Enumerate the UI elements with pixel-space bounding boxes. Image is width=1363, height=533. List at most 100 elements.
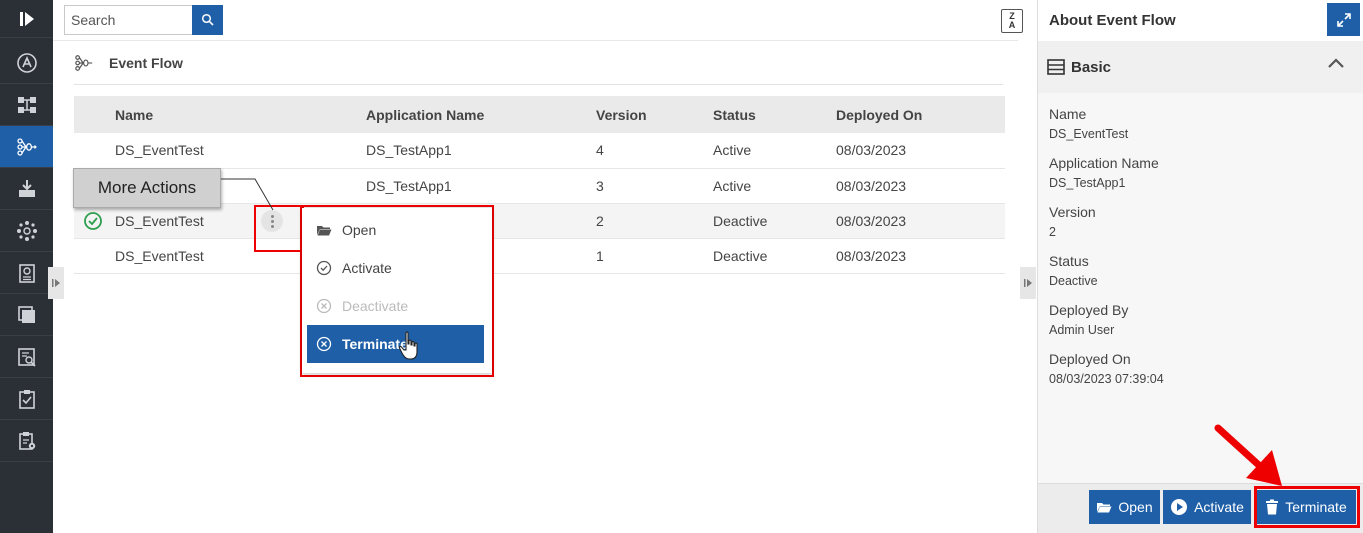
check-circle-icon[interactable] — [83, 211, 103, 231]
about-panel: About Event Flow Basic Name DS_EventTest… — [1037, 0, 1363, 533]
chevron-up-icon[interactable] — [1327, 57, 1345, 69]
field-value-application-name: DS_TestApp1 — [1049, 176, 1126, 190]
stack-icon — [17, 305, 35, 323]
cell-version: 2 — [596, 203, 713, 239]
deploy-icon — [18, 179, 35, 197]
cell-status: Active — [713, 133, 836, 169]
sort-button[interactable]: Z A — [1001, 9, 1023, 33]
left-nav — [0, 0, 53, 533]
nav-item-deploy[interactable] — [0, 168, 53, 210]
app-root: Z A Event Flow Name Application Name Ver… — [0, 0, 1363, 533]
field-value-version: 2 — [1049, 225, 1056, 239]
cell-deployed-on: 08/03/2023 — [836, 238, 1005, 274]
column-header-application-name[interactable]: Application Name — [366, 96, 596, 133]
cell-deployed-on: 08/03/2023 — [836, 168, 1005, 204]
search-button[interactable] — [192, 5, 223, 35]
annotation-highlight-box — [1254, 486, 1360, 528]
table-row[interactable]: DS_EventTest DS_TestApp1 1 Deactive 08/0… — [74, 238, 1005, 274]
section-basic-header[interactable]: Basic — [1038, 41, 1363, 93]
search-input[interactable] — [64, 5, 192, 35]
nav-item-checklist[interactable] — [0, 378, 53, 420]
column-header-status[interactable]: Status — [713, 96, 836, 133]
main-content: Z A Event Flow Name Application Name Ver… — [48, 0, 1036, 533]
field-label-version: Version — [1049, 204, 1096, 220]
more-actions-tooltip: More Actions — [73, 168, 221, 208]
nav-item-log-search[interactable] — [0, 336, 53, 378]
cell-version: 4 — [596, 133, 713, 169]
play-circle-icon — [1171, 499, 1188, 515]
row-select-cell[interactable] — [74, 133, 115, 169]
table-header-row: Name Application Name Version Status Dep… — [74, 96, 1005, 133]
panel-title: About Event Flow — [1049, 12, 1176, 29]
x-circle-icon — [316, 298, 332, 314]
cell-status: Deactive — [713, 203, 836, 239]
nav-item-stack[interactable] — [0, 294, 53, 336]
cell-status: Deactive — [713, 238, 836, 274]
search-bar — [64, 5, 223, 35]
folder-open-icon — [1097, 503, 1112, 513]
menu-item-activate[interactable]: Activate — [307, 249, 484, 287]
field-label-name: Name — [1049, 106, 1087, 122]
menu-item-label: Open — [342, 222, 377, 238]
right-collapse-tab[interactable] — [1020, 267, 1036, 299]
cell-application-name: DS_TestApp1 — [366, 168, 596, 204]
folder-open-icon — [317, 226, 332, 236]
field-value-status: Deactive — [1049, 274, 1098, 288]
nav-item-application[interactable] — [0, 42, 53, 84]
checklist-icon — [18, 389, 35, 409]
nav-item-event-flow[interactable] — [0, 126, 53, 168]
open-button[interactable]: Open — [1089, 490, 1160, 524]
log-search-icon — [17, 347, 36, 367]
x-circle-icon — [316, 336, 332, 352]
nav-item-settings-clipboard[interactable] — [0, 420, 53, 462]
tooltip-pointer-line — [221, 178, 274, 211]
activate-button-label: Activate — [1194, 499, 1244, 515]
cell-name: DS_EventTest — [115, 133, 366, 169]
cell-deployed-on: 08/03/2023 — [836, 203, 1005, 239]
field-value-deployed-by: Admin User — [1049, 323, 1115, 337]
row-select-cell[interactable] — [74, 238, 115, 274]
breadcrumb: Event Flow — [73, 52, 183, 74]
expand-icon — [1336, 12, 1351, 27]
kebab-dot-icon — [270, 214, 274, 218]
table-row[interactable]: DS_EventTest DS_TestApp1 4 Active 08/03/… — [74, 133, 1005, 169]
nav-collapse-button[interactable] — [0, 0, 53, 38]
column-header-version[interactable]: Version — [596, 96, 713, 133]
check-circle-icon — [316, 260, 332, 276]
table-row-selected[interactable]: DS_EventTest DS_TestApp1 2 Deactive 08/0… — [74, 203, 1005, 239]
annotation-arrow-icon — [1214, 424, 1282, 486]
field-label-status: Status — [1049, 253, 1089, 269]
nav-item-network[interactable] — [0, 210, 53, 252]
event-flow-icon — [75, 55, 93, 71]
kebab-dot-icon — [270, 224, 274, 228]
table-header-spacer — [74, 96, 115, 133]
panel-header: About Event Flow — [1038, 0, 1363, 41]
column-header-deployed-on[interactable]: Deployed On — [836, 96, 1005, 133]
menu-item-open[interactable]: Open — [307, 211, 484, 249]
activate-button[interactable]: Activate — [1163, 490, 1251, 524]
expand-button[interactable] — [1327, 3, 1360, 36]
field-label-deployed-by: Deployed By — [1049, 302, 1129, 318]
workflow-icon — [17, 96, 36, 113]
divider — [53, 40, 1018, 41]
collapse-play-icon — [19, 11, 34, 26]
nav-item-workflow[interactable] — [0, 84, 53, 126]
collapse-play-icon — [1024, 279, 1032, 287]
application-icon — [16, 52, 37, 73]
nav-item-report[interactable] — [0, 252, 53, 294]
divider — [74, 84, 1003, 85]
column-header-name[interactable]: Name — [115, 96, 366, 133]
more-actions-menu: Open Activate Deactivate Terminate — [302, 208, 492, 373]
more-actions-button[interactable] — [261, 210, 283, 232]
field-value-name: DS_EventTest — [1049, 127, 1129, 141]
breadcrumb-label: Event Flow — [109, 55, 183, 71]
left-collapse-tab[interactable] — [48, 267, 64, 299]
menu-item-deactivate: Deactivate — [307, 287, 484, 325]
event-flow-icon — [16, 137, 37, 156]
basic-fields: Name DS_EventTest Application Name DS_Te… — [1038, 93, 1363, 483]
report-icon — [18, 263, 35, 283]
sort-icon-bottom: A — [1008, 20, 1016, 30]
field-label-application-name: Application Name — [1049, 155, 1159, 171]
form-icon — [1047, 59, 1065, 75]
menu-item-terminate[interactable]: Terminate — [307, 325, 484, 363]
